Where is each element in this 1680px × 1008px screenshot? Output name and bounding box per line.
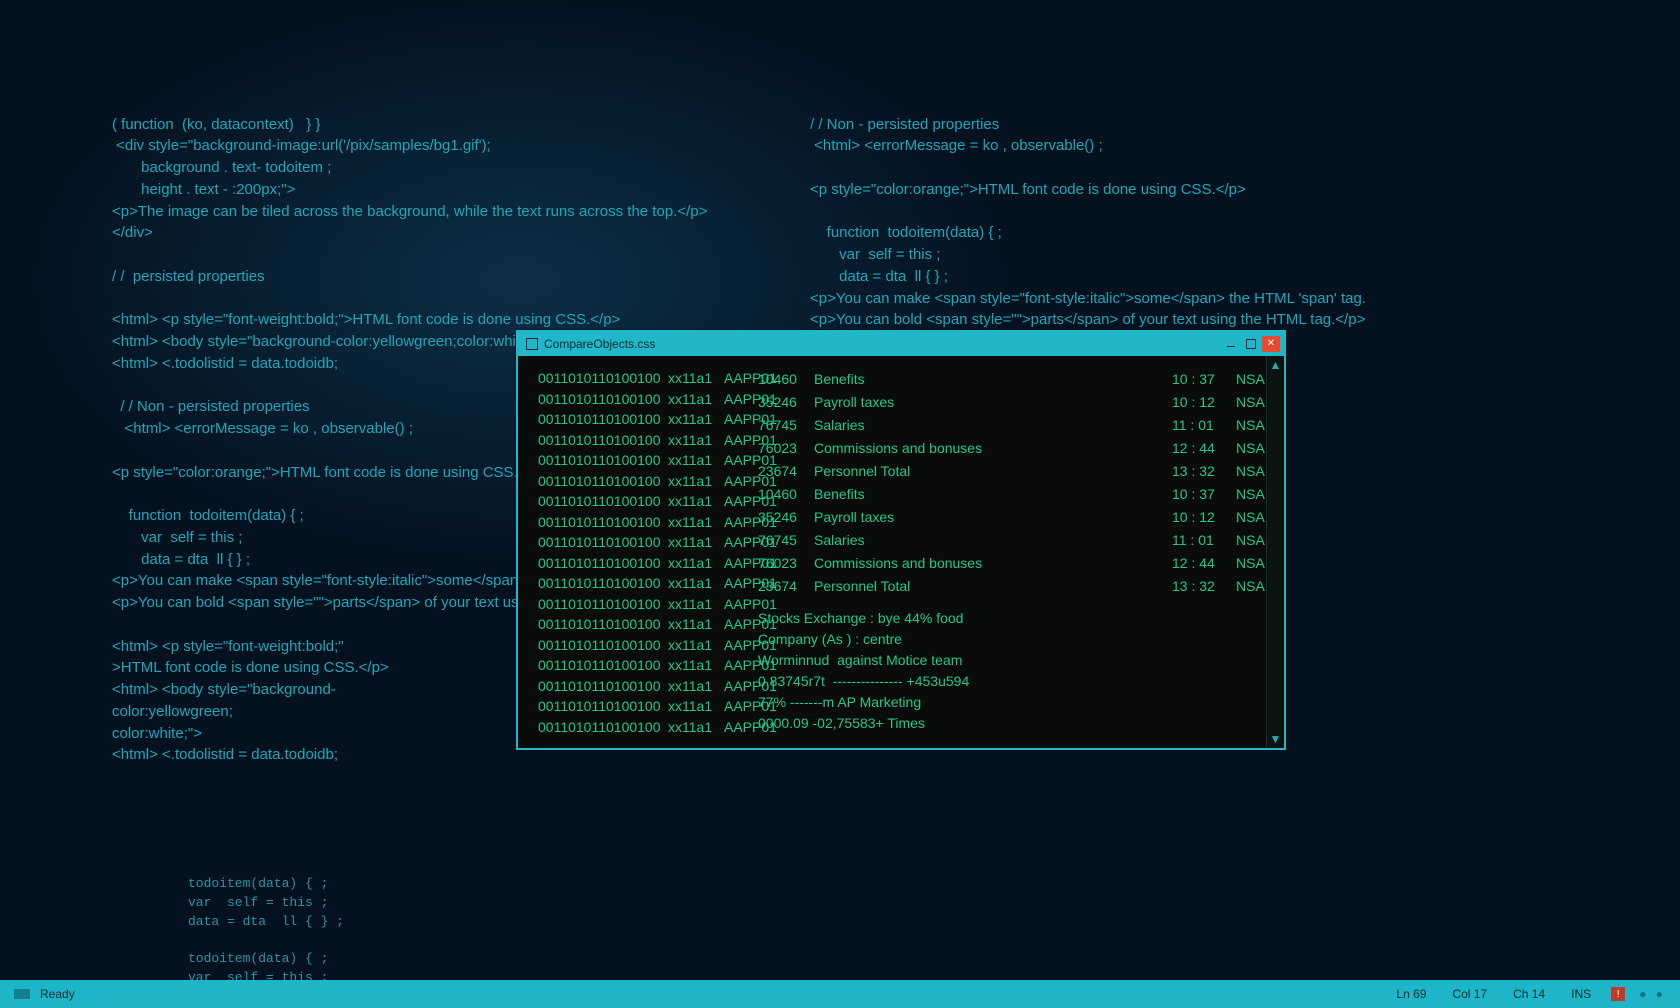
binary-row: 0011010110100100xx11a1AAPP01 [538,389,748,410]
minimize-button[interactable] [1222,336,1240,352]
data-row: 10460Benefits10 : 37NSA [758,368,1280,391]
binary-row: 0011010110100100xx11a1AAPP01 [538,696,748,717]
binary-row: 0011010110100100xx11a1AAPP01 [538,512,748,533]
error-icon[interactable]: ! [1611,987,1625,1001]
data-row: 76745Salaries11 : 01NSA [758,414,1280,437]
window-right-panel: 10460Benefits10 : 37NSA35246Payroll taxe… [748,356,1284,748]
status-indicator [14,989,30,999]
maximize-button[interactable] [1242,336,1260,352]
data-row: 35246Payroll taxes10 : 12NSA [758,391,1280,414]
binary-row: 0011010110100100xx11a1AAPP01 [538,676,748,697]
status-ready: Ready [40,987,75,1001]
window-left-panel: 0011010110100100xx11a1AAPP01001101011010… [518,356,748,748]
status-ins: INS [1571,987,1591,1001]
window-footer-text: Stocks Exchange : bye 44% food Company (… [758,608,1280,734]
status-col: Col 17 [1452,987,1487,1001]
status-line: Ln 69 [1396,987,1426,1001]
window-titlebar[interactable]: CompareObjects.css [518,332,1284,356]
data-row: 23674Personnel Total13 : 32NSA [758,460,1280,483]
data-row: 76023Commissions and bonuses12 : 44NSA [758,552,1280,575]
binary-row: 0011010110100100xx11a1AAPP01 [538,614,748,635]
binary-row: 0011010110100100xx11a1AAPP01 [538,409,748,430]
binary-row: 0011010110100100xx11a1AAPP01 [538,553,748,574]
data-row: 10460Benefits10 : 37NSA [758,483,1280,506]
binary-row: 0011010110100100xx11a1AAPP01 [538,532,748,553]
data-row: 76023Commissions and bonuses12 : 44NSA [758,437,1280,460]
scrollbar[interactable]: ▲ ▼ [1266,356,1284,748]
compare-window: CompareObjects.css 0011010110100100xx11a… [516,330,1286,750]
binary-row: 0011010110100100xx11a1AAPP01 [538,368,748,389]
data-row: 35246Payroll taxes10 : 12NSA [758,506,1280,529]
binary-row: 0011010110100100xx11a1AAPP01 [538,655,748,676]
binary-row: 0011010110100100xx11a1AAPP01 [538,573,748,594]
status-bar: Ready Ln 69 Col 17 Ch 14 INS ! ● ● [0,980,1680,1008]
data-row: 76745Salaries11 : 01NSA [758,529,1280,552]
binary-row: 0011010110100100xx11a1AAPP01 [538,594,748,615]
binary-row: 0011010110100100xx11a1AAPP01 [538,430,748,451]
window-title: CompareObjects.css [544,337,655,351]
binary-row: 0011010110100100xx11a1AAPP01 [538,450,748,471]
scroll-down-icon[interactable]: ▼ [1270,730,1282,748]
file-icon [526,338,538,350]
status-dots: ● ● [1639,987,1666,1001]
status-ch: Ch 14 [1513,987,1545,1001]
binary-row: 0011010110100100xx11a1AAPP01 [538,491,748,512]
binary-row: 0011010110100100xx11a1AAPP01 [538,717,748,738]
data-row: 23674Personnel Total13 : 32NSA [758,575,1280,598]
scroll-up-icon[interactable]: ▲ [1270,356,1282,374]
binary-row: 0011010110100100xx11a1AAPP01 [538,635,748,656]
binary-row: 0011010110100100xx11a1AAPP01 [538,471,748,492]
close-button[interactable] [1262,336,1280,352]
